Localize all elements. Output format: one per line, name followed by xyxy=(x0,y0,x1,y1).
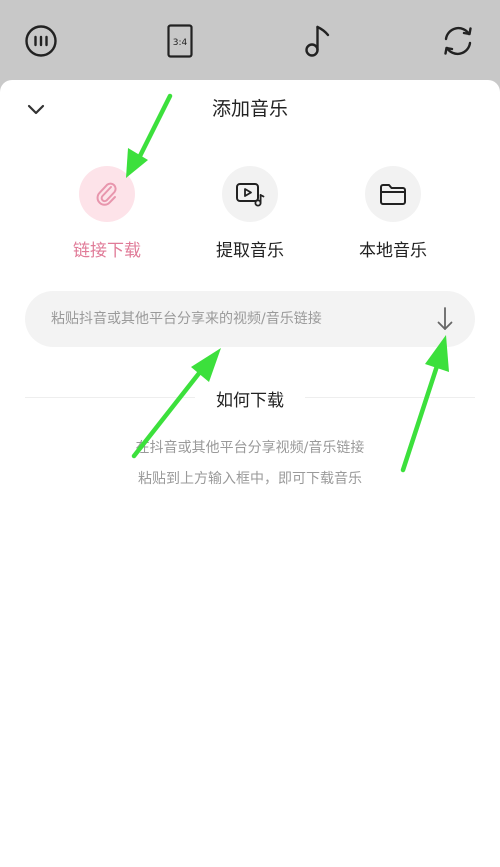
link-input-box xyxy=(25,291,475,347)
link-download-circle xyxy=(79,166,135,222)
paperclip-icon xyxy=(96,182,117,206)
top-toolbar: 3:4 xyxy=(0,0,500,80)
howto-line: 在抖音或其他平台分享视频/音乐链接 xyxy=(135,440,365,456)
tab-label: 本地音乐 xyxy=(359,241,427,261)
music-note-icon xyxy=(305,25,330,57)
download-button[interactable] xyxy=(431,305,459,333)
menu-dots-icon xyxy=(25,25,57,57)
aspect-ratio-label: 3:4 xyxy=(173,38,188,48)
arrow-down-icon xyxy=(437,307,453,330)
folder-icon xyxy=(380,184,406,205)
refresh-icon xyxy=(444,26,472,56)
aspect-ratio-icon: 3:4 xyxy=(167,24,193,58)
local-music-circle xyxy=(365,166,421,222)
menu-dots-button[interactable] xyxy=(18,18,64,64)
extract-music-circle xyxy=(222,166,278,222)
tab-label: 提取音乐 xyxy=(216,241,284,261)
link-input[interactable] xyxy=(25,291,425,347)
howto-line: 粘贴到上方输入框中，即可下载音乐 xyxy=(138,471,362,487)
video-music-icon xyxy=(236,183,265,207)
tab-link-download[interactable]: 链接下载 xyxy=(47,166,167,261)
tab-local-music[interactable]: 本地音乐 xyxy=(333,166,453,261)
howto-title: 如何下载 xyxy=(216,391,284,411)
add-music-sheet: 添加音乐 链接下载 提取音乐 本地音乐 粘贴抖音或其他平台分享来的视频/音乐链接… xyxy=(0,80,500,867)
aspect-ratio-button[interactable]: 3:4 xyxy=(157,18,203,64)
sheet-title: 添加音乐 xyxy=(211,98,288,120)
music-button[interactable] xyxy=(295,18,341,64)
tab-extract-music[interactable]: 提取音乐 xyxy=(190,166,310,261)
tab-label: 链接下载 xyxy=(73,241,141,261)
refresh-button[interactable] xyxy=(435,18,481,64)
